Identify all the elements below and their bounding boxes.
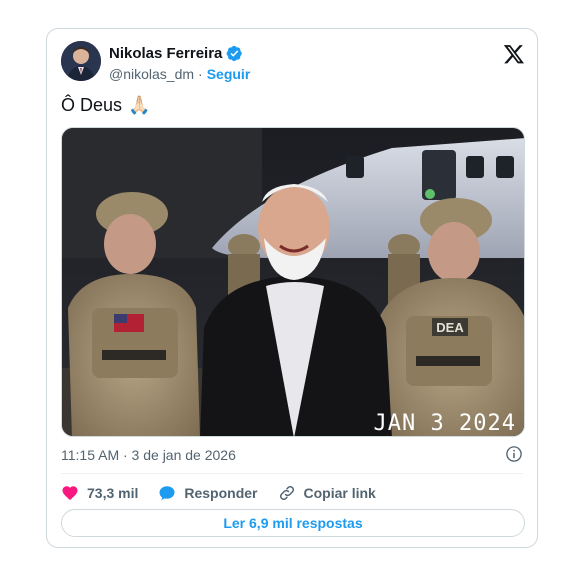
divider [61,473,523,474]
media-photo: DEA JAN 3 2024 [62,128,524,436]
follow-button[interactable]: Seguir [207,66,251,82]
read-replies-button[interactable]: Ler 6,9 mil respostas [61,509,525,537]
author-name-row: Nikolas Ferreira [109,45,243,62]
action-bar: 73,3 mil Responder Copiar link [61,481,376,505]
tweet-text: Ô Deus 🙏🏻 [61,95,150,116]
reply-bubble-icon [159,486,175,501]
separator: · [198,66,203,82]
author-handle-row: @nikolas_dm · Seguir [109,66,250,82]
info-icon[interactable] [505,445,523,463]
avatar[interactable] [61,41,101,81]
author-name[interactable]: Nikolas Ferreira [109,45,222,62]
like-button[interactable]: 73,3 mil [61,484,138,502]
tweet-text-content: Ô Deus [61,95,123,115]
tweet-media[interactable]: DEA JAN 3 2024 [61,127,525,437]
tweet-timestamp[interactable]: 11:15 AM · 3 de jan de 2026 [61,447,236,463]
tweet-header: Nikolas Ferreira @nikolas_dm · Seguir [61,41,525,85]
link-icon [279,485,294,501]
x-logo-icon[interactable] [503,43,525,65]
author-handle[interactable]: @nikolas_dm [109,66,194,82]
copy-link-label: Copiar link [303,485,376,501]
verified-badge-icon [227,45,243,62]
reply-button[interactable]: Responder [158,484,258,502]
like-count: 73,3 mil [87,485,139,501]
praying-hands-emoji: 🙏🏻 [128,95,151,115]
heart-icon [62,486,78,501]
dea-patch: DEA [436,320,464,335]
date-stamp: JAN 3 2024 [374,411,516,436]
copy-link-button[interactable]: Copiar link [278,484,376,502]
reply-label: Responder [184,485,258,501]
tweet-card: Nikolas Ferreira @nikolas_dm · Seguir Ô … [46,28,538,548]
